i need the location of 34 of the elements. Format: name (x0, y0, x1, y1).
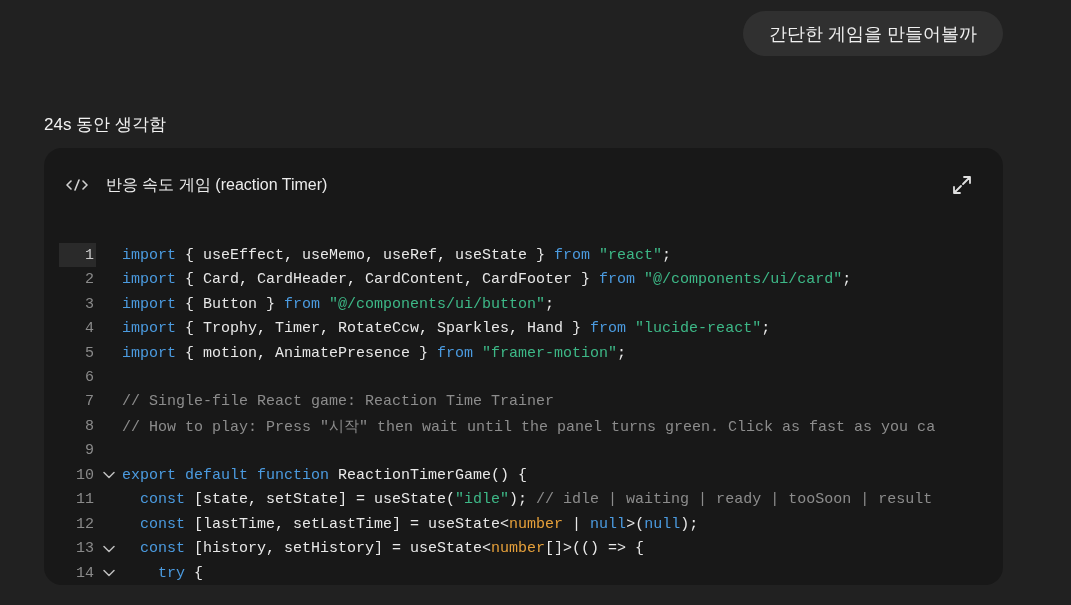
code-line: const [history, setHistory] = useState<number[]>(() => { (139, 540, 645, 558)
code-line: import { Button } from "@/components/ui/button"; (122, 295, 555, 313)
thinking-duration[interactable]: 24s 동안 생각함 (44, 115, 166, 134)
line-number: 10 (75, 465, 95, 486)
line-number: 6 (84, 368, 95, 388)
code-line: import { Card, CardHeader, CardContent, CardFooter } from "@/components/ui/card"; (122, 271, 852, 289)
line-number: 7 (84, 392, 95, 413)
line-number: 12 (75, 514, 95, 535)
line-number: 9 (84, 441, 95, 462)
chevron-icon[interactable] (103, 471, 115, 480)
line-number: 11 (75, 490, 95, 511)
line-number: 13 (75, 539, 95, 560)
line-number: 2 (84, 270, 95, 291)
expand-icon[interactable] (952, 175, 972, 195)
code-line: import { motion, AnimatePresence } from "framer-motion"; (122, 344, 627, 362)
code-line: // How to play: Press "시작" then wait until the panel turns green. Click as fast as you ca (122, 417, 936, 436)
line-number: 4 (84, 319, 95, 340)
line-number: 3 (84, 294, 95, 315)
chevron-icon[interactable] (103, 544, 115, 553)
code-line: import { Trophy, Timer, RotateCcw, Sparkles, Hand } from "lucide-react"; (122, 320, 771, 338)
line-number: 1 (59, 243, 96, 268)
code-line: export default function ReactionTimerGame() { (122, 466, 528, 484)
code-line: const [state, setState] = useState("idle"); // idle | waiting | ready | tooSoon | result (139, 491, 933, 509)
code-line: try { (157, 564, 204, 582)
code-line: const [lastTime, setLastTime] = useState<number | null>(null); (139, 515, 699, 533)
code-icon (66, 179, 88, 191)
line-number: 8 (84, 416, 95, 437)
code-line: import { useEffect, useMemo, useRef, useState } from "react"; (122, 246, 672, 264)
line-number: 14 (75, 563, 95, 584)
user-message: 간단한 게임을 만들어볼까 (743, 11, 1003, 56)
code-title: 반응 속도 게임 (reaction Timer) (106, 174, 329, 195)
chevron-icon[interactable] (103, 569, 115, 578)
code-line: // Single-file React game: Reaction Time Trainer (122, 393, 555, 411)
line-number: 5 (84, 343, 95, 364)
